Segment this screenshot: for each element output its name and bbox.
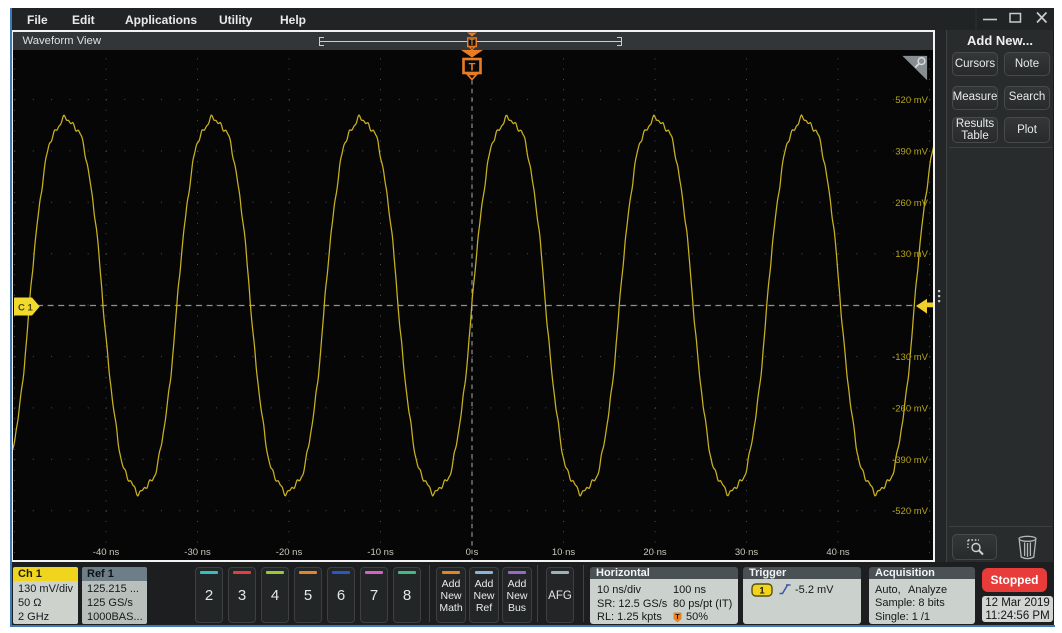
svg-text:-260 mV: -260 mV [892,403,929,414]
svg-text:T: T [469,37,475,47]
svg-text:-390 mV: -390 mV [892,454,929,465]
svg-text:20 ns: 20 ns [643,547,666,558]
svg-text:-20 ns: -20 ns [276,547,303,558]
svg-text:-10 ns: -10 ns [367,547,394,558]
svg-text:-130 mV: -130 mV [892,352,929,363]
svg-text:10 ns: 10 ns [552,547,575,558]
svg-text:390 mV: 390 mV [895,146,928,157]
svg-text:520 mV: 520 mV [895,95,928,106]
svg-text:260 mV: 260 mV [895,197,928,208]
svg-text:-520 mV: -520 mV [892,506,929,517]
svg-text:130 mV: 130 mV [895,249,928,260]
svg-text:30 ns: 30 ns [735,547,758,558]
svg-text:1: 1 [759,586,765,597]
svg-text:40 ns: 40 ns [826,547,849,558]
svg-text:T: T [675,614,680,621]
svg-text:C 1: C 1 [18,302,34,313]
svg-text:-30 ns: -30 ns [184,547,211,558]
svg-text:0 s: 0 s [466,547,479,558]
svg-text:T: T [469,61,476,73]
svg-text:-40 ns: -40 ns [93,547,120,558]
